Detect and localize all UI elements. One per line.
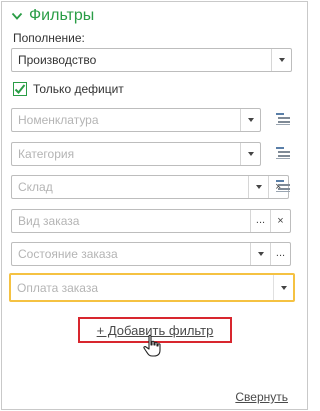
ellipsis-icon: ... xyxy=(275,246,286,259)
order-state-more-button[interactable]: ... xyxy=(270,243,290,265)
order-payment-field[interactable]: Оплата заказа xyxy=(9,273,295,302)
caret-down-icon xyxy=(247,152,254,156)
order-type-more-button[interactable]: ... xyxy=(250,210,270,232)
order-payment-placeholder: Оплата заказа xyxy=(17,280,99,295)
close-icon: × xyxy=(277,214,284,227)
order-state-dropdown-button[interactable] xyxy=(250,243,270,265)
caret-down-icon xyxy=(257,252,264,256)
caret-down-icon xyxy=(278,58,285,62)
checkmark-icon xyxy=(14,84,26,94)
deficit-checkbox[interactable] xyxy=(13,82,27,96)
nomenclature-placeholder: Номенклатура xyxy=(18,113,99,127)
category-field[interactable]: Категория xyxy=(11,142,261,166)
filters-header[interactable]: Фильтры xyxy=(11,6,94,26)
nomenclature-field[interactable]: Номенклатура xyxy=(11,108,261,132)
replenishment-dropdown-button[interactable] xyxy=(271,49,291,71)
warehouse-placeholder: Склад xyxy=(18,180,53,194)
order-state-field[interactable]: Состояние заказа ... xyxy=(11,242,291,266)
deficit-label[interactable]: Только дефицит xyxy=(33,82,124,96)
order-payment-dropdown-button[interactable] xyxy=(273,275,293,300)
category-dropdown-button[interactable] xyxy=(240,143,260,165)
category-placeholder: Категория xyxy=(18,147,75,161)
order-type-field[interactable]: Вид заказа ... × xyxy=(11,209,291,233)
filters-title: Фильтры xyxy=(29,7,95,24)
ellipsis-icon: ... xyxy=(255,213,266,226)
replenishment-label: Пополнение: xyxy=(13,31,85,45)
list-select-icon[interactable] xyxy=(275,146,291,160)
warehouse-field[interactable]: Склад × xyxy=(11,175,289,199)
caret-down-icon xyxy=(280,285,287,290)
order-type-clear-button[interactable]: × xyxy=(270,210,290,232)
nomenclature-dropdown-button[interactable] xyxy=(240,109,260,131)
order-state-placeholder: Состояние заказа xyxy=(18,247,118,261)
hand-cursor-icon xyxy=(143,334,161,357)
replenishment-value: Производство xyxy=(18,53,97,67)
warehouse-dropdown-button[interactable] xyxy=(248,176,268,198)
list-select-icon[interactable] xyxy=(275,179,291,193)
replenishment-select[interactable]: Производство xyxy=(11,48,292,72)
list-select-icon[interactable] xyxy=(275,112,291,126)
caret-down-icon xyxy=(255,185,262,189)
filters-panel: Фильтры Пополнение: Производство Только … xyxy=(1,1,308,410)
caret-down-icon xyxy=(247,118,254,122)
chevron-down-icon[interactable] xyxy=(11,10,23,22)
collapse-link[interactable]: Свернуть xyxy=(235,390,288,404)
order-type-placeholder: Вид заказа xyxy=(18,214,80,228)
